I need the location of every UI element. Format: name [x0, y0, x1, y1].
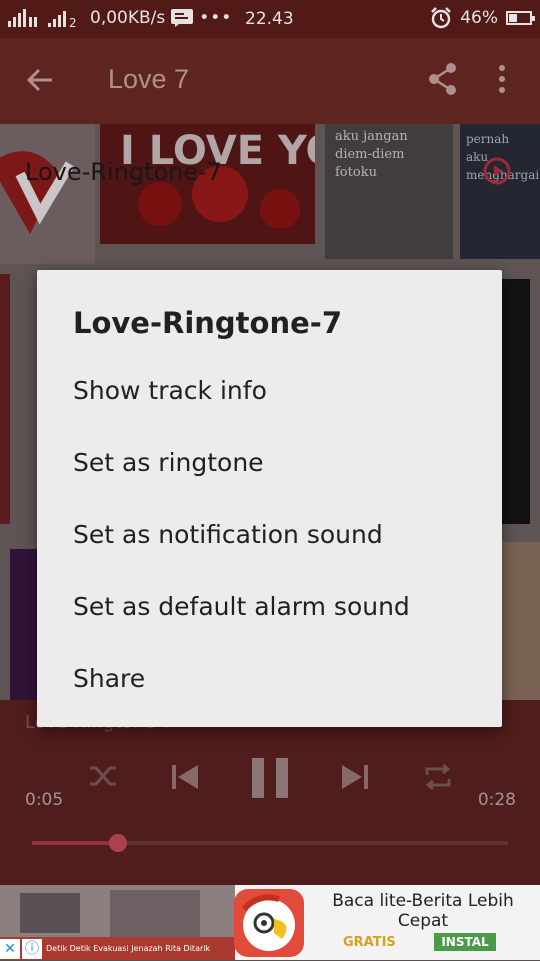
- menu-item-set-notification-sound[interactable]: Set as notification sound: [73, 505, 493, 565]
- dialog-title: Love-Ringtone-7: [73, 306, 343, 340]
- ad-headline: Baca lite-Berita Lebih Cepat: [332, 891, 514, 931]
- ad-caption: Detik Detik Evakuasi Jenazah Rita Ditari…: [46, 944, 211, 953]
- signal-icon: 2: [48, 11, 77, 27]
- message-icon: [171, 9, 194, 27]
- more-icon: •••: [199, 8, 233, 28]
- data-speed: 0,00KB/s: [90, 8, 166, 28]
- info-icon[interactable]: ⓘ: [22, 939, 42, 959]
- menu-item-set-ringtone[interactable]: Set as ringtone: [73, 433, 493, 493]
- battery-percent: 46%: [460, 8, 498, 28]
- signal-icon: [8, 9, 37, 27]
- menu-item-set-alarm-sound[interactable]: Set as default alarm sound: [73, 577, 493, 637]
- menu-item-show-track-info[interactable]: Show track info: [73, 361, 493, 421]
- options-dialog: Love-Ringtone-7 Show track info Set as r…: [37, 270, 502, 727]
- ad-price: GRATIS: [343, 935, 396, 950]
- close-icon[interactable]: ✕: [0, 939, 20, 959]
- install-button[interactable]: INSTAL: [434, 933, 496, 951]
- status-left: 2 0,00KB/s •••: [8, 8, 232, 28]
- ad-banner[interactable]: ✕ ⓘ Detik Detik Evakuasi Jenazah Rita Di…: [0, 885, 540, 960]
- status-right: 46%: [430, 7, 535, 29]
- battery-icon: [506, 11, 535, 25]
- status-bar: 2 0,00KB/s ••• 22.43 46%: [0, 0, 540, 38]
- alarm-icon: [431, 7, 452, 29]
- svg-text:2: 2: [69, 16, 77, 27]
- menu-item-share[interactable]: Share: [73, 649, 493, 709]
- ad-choices: ✕ ⓘ: [0, 939, 42, 959]
- app-logo: [234, 889, 304, 957]
- clock: 22.43: [245, 9, 294, 29]
